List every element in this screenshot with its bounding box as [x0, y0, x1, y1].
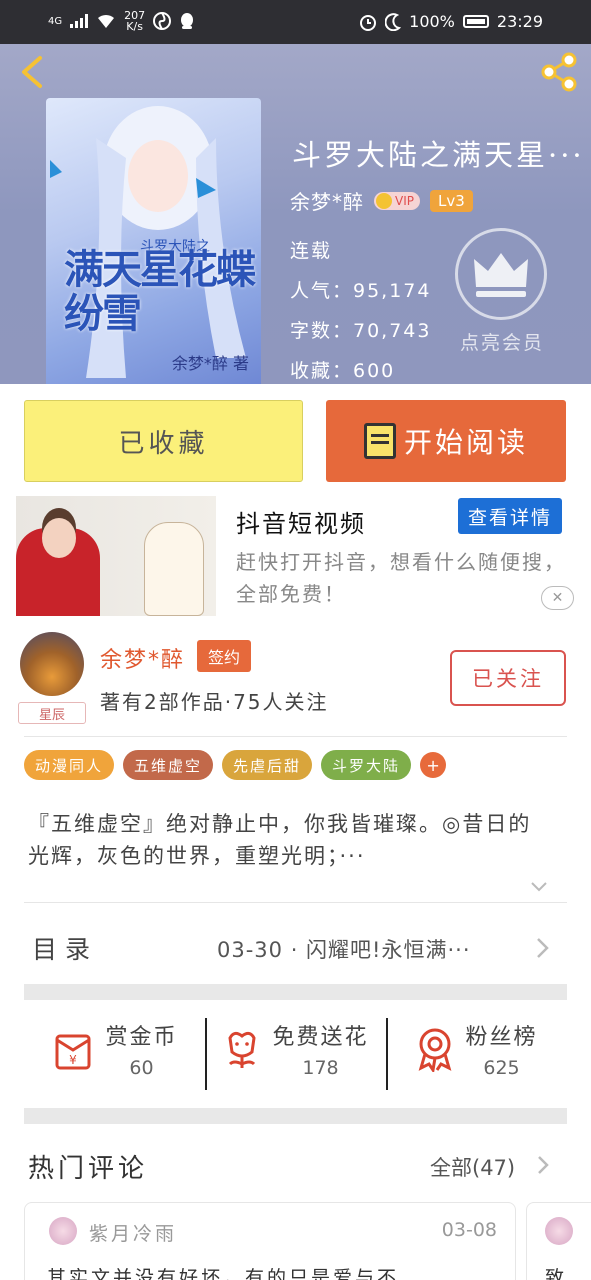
- author-row[interactable]: 余梦*醉 VIP Lv3: [290, 186, 473, 215]
- svg-text:¥: ¥: [70, 1053, 78, 1067]
- ad-detail-button[interactable]: 查看详情: [458, 498, 562, 534]
- popularity: 人气：95,174: [290, 280, 432, 302]
- fan-ranking-value: 625: [483, 1057, 520, 1079]
- tag-list: 动漫同人 五维虚空 先虐后甜 斗罗大陆 +: [24, 750, 447, 780]
- wifi-icon: [98, 14, 115, 28]
- alarm-icon: [360, 14, 377, 31]
- comment-text: 致: [545, 1267, 568, 1280]
- reward-coins-value: 60: [129, 1057, 154, 1079]
- author-avatar[interactable]: [20, 632, 84, 696]
- book-title: 斗罗大陆之满天星···: [292, 138, 585, 172]
- hot-comments-title: 热门评论: [28, 1154, 149, 1184]
- contract-badge: 签约: [197, 640, 251, 672]
- book-detail-panel: 已收藏 开始阅读 抖音短视频 查看详情 赶快打开抖音，想看什么随便搜，全部免费！…: [0, 384, 591, 1280]
- cover-title: 满天星花蝶纷雪: [64, 247, 256, 337]
- chevron-right-icon[interactable]: [536, 1154, 550, 1176]
- signal-icon: [70, 14, 89, 28]
- author-info: 著有2部作品·75人关注: [100, 690, 329, 714]
- chevron-down-icon[interactable]: [530, 878, 548, 896]
- share-icon[interactable]: [537, 50, 581, 94]
- author-name-link[interactable]: 余梦*醉: [100, 642, 185, 674]
- section-separator: [24, 1108, 567, 1124]
- book-icon: [363, 423, 396, 459]
- serial-status: 连载: [290, 240, 333, 262]
- followed-button[interactable]: 已关注: [450, 650, 566, 706]
- book-intro[interactable]: 『五维虚空』绝对静止中，你我皆璀璨。◎昔日的光辉，灰色的世界，重塑光明；···: [28, 808, 548, 872]
- crown-icon: [455, 228, 547, 320]
- ad-image[interactable]: [16, 496, 216, 616]
- book-header: 斗罗大陆之 满天星花蝶纷雪 余梦*醉 著 斗罗大陆之满天星··· 余梦*醉 VI…: [0, 44, 591, 384]
- comment-card[interactable]: 致: [526, 1202, 591, 1280]
- more-tags-button[interactable]: +: [420, 752, 447, 778]
- medal-icon: [419, 1028, 452, 1072]
- vip-member-label: 点亮会员: [459, 332, 544, 354]
- network-speed: 207 K/s: [124, 9, 146, 33]
- ad-cartoon: [144, 522, 204, 616]
- comment-text: 其实文并没有好坏，有的只是爱与不: [47, 1267, 400, 1280]
- reward-coins-label: 赏金币: [105, 1025, 178, 1050]
- ad-title[interactable]: 抖音短视频: [236, 504, 366, 539]
- free-flowers-value: 178: [302, 1057, 339, 1079]
- tag-item[interactable]: 斗罗大陆: [321, 750, 412, 780]
- battery-icon: [462, 15, 489, 28]
- ad-person-head: [42, 518, 76, 558]
- tag-item[interactable]: 五维虚空: [123, 750, 214, 780]
- chevron-right-icon[interactable]: [534, 936, 552, 960]
- tag-item[interactable]: 动漫同人: [24, 750, 115, 780]
- commenter-avatar[interactable]: [49, 1217, 77, 1245]
- clock: 23:29: [496, 12, 543, 31]
- free-flowers-label: 免费送花: [272, 1025, 369, 1050]
- comment-date: 03-08: [441, 1219, 497, 1241]
- free-flowers[interactable]: 免费送花 178: [205, 1004, 386, 1094]
- reward-coins[interactable]: ¥ 赏金币 60: [24, 1004, 205, 1094]
- fan-ranking[interactable]: 粉丝榜 625: [386, 1004, 567, 1094]
- author-name[interactable]: 余梦*醉: [290, 186, 364, 215]
- qq-icon: [181, 13, 194, 29]
- toc-label[interactable]: 目录: [32, 930, 98, 966]
- level-badge: Lv3: [429, 189, 473, 212]
- all-comments-link[interactable]: 全部(47): [430, 1152, 515, 1182]
- cover-author: 余梦*醉 著: [171, 354, 249, 373]
- status-bar: 4G 207 K/s 100% 23:29: [0, 0, 591, 44]
- divider: [24, 902, 567, 903]
- back-arrow-icon[interactable]: [14, 54, 50, 90]
- vip-badge: VIP: [374, 191, 420, 210]
- reward-stats: ¥ 赏金币 60 免费送花 178 粉丝榜 625: [24, 1004, 567, 1094]
- battery-percent: 100%: [409, 12, 455, 31]
- latest-chapter[interactable]: 03-30 · 闪耀吧!永恒满···: [217, 934, 471, 964]
- start-reading-label: 开始阅读: [403, 426, 528, 459]
- red-envelope-icon: ¥: [55, 1034, 91, 1070]
- flower-icon: [228, 1031, 257, 1068]
- divider: [24, 736, 567, 737]
- commenter-name[interactable]: 紫月冷雨: [89, 1219, 177, 1246]
- commenter-avatar[interactable]: [545, 1217, 573, 1245]
- moon-icon: [385, 12, 402, 31]
- pinwheel-icon: [153, 12, 172, 30]
- vip-member-button[interactable]: 点亮会员: [455, 228, 549, 355]
- comment-card[interactable]: 紫月冷雨 03-08 其实文并没有好坏，有的只是爱与不: [24, 1202, 516, 1280]
- fan-ranking-label: 粉丝榜: [465, 1025, 538, 1050]
- section-separator: [24, 984, 567, 1000]
- word-count: 字数：70,743: [290, 320, 432, 342]
- collected-button[interactable]: 已收藏: [24, 400, 303, 482]
- tag-item[interactable]: 先虐后甜: [222, 750, 313, 780]
- ad-close-icon[interactable]: ✕: [541, 586, 574, 610]
- vip-crown-icon: [376, 192, 392, 209]
- author-rank-badge: 星辰: [18, 702, 86, 724]
- start-reading-button[interactable]: 开始阅读: [326, 400, 566, 482]
- book-cover[interactable]: 斗罗大陆之 满天星花蝶纷雪 余梦*醉 著: [46, 98, 261, 384]
- favorites-count: 收藏：600: [290, 360, 396, 382]
- signal-label: 4G: [48, 15, 63, 27]
- ad-description: 赶快打开抖音，想看什么随便搜，全部免费！: [236, 550, 566, 606]
